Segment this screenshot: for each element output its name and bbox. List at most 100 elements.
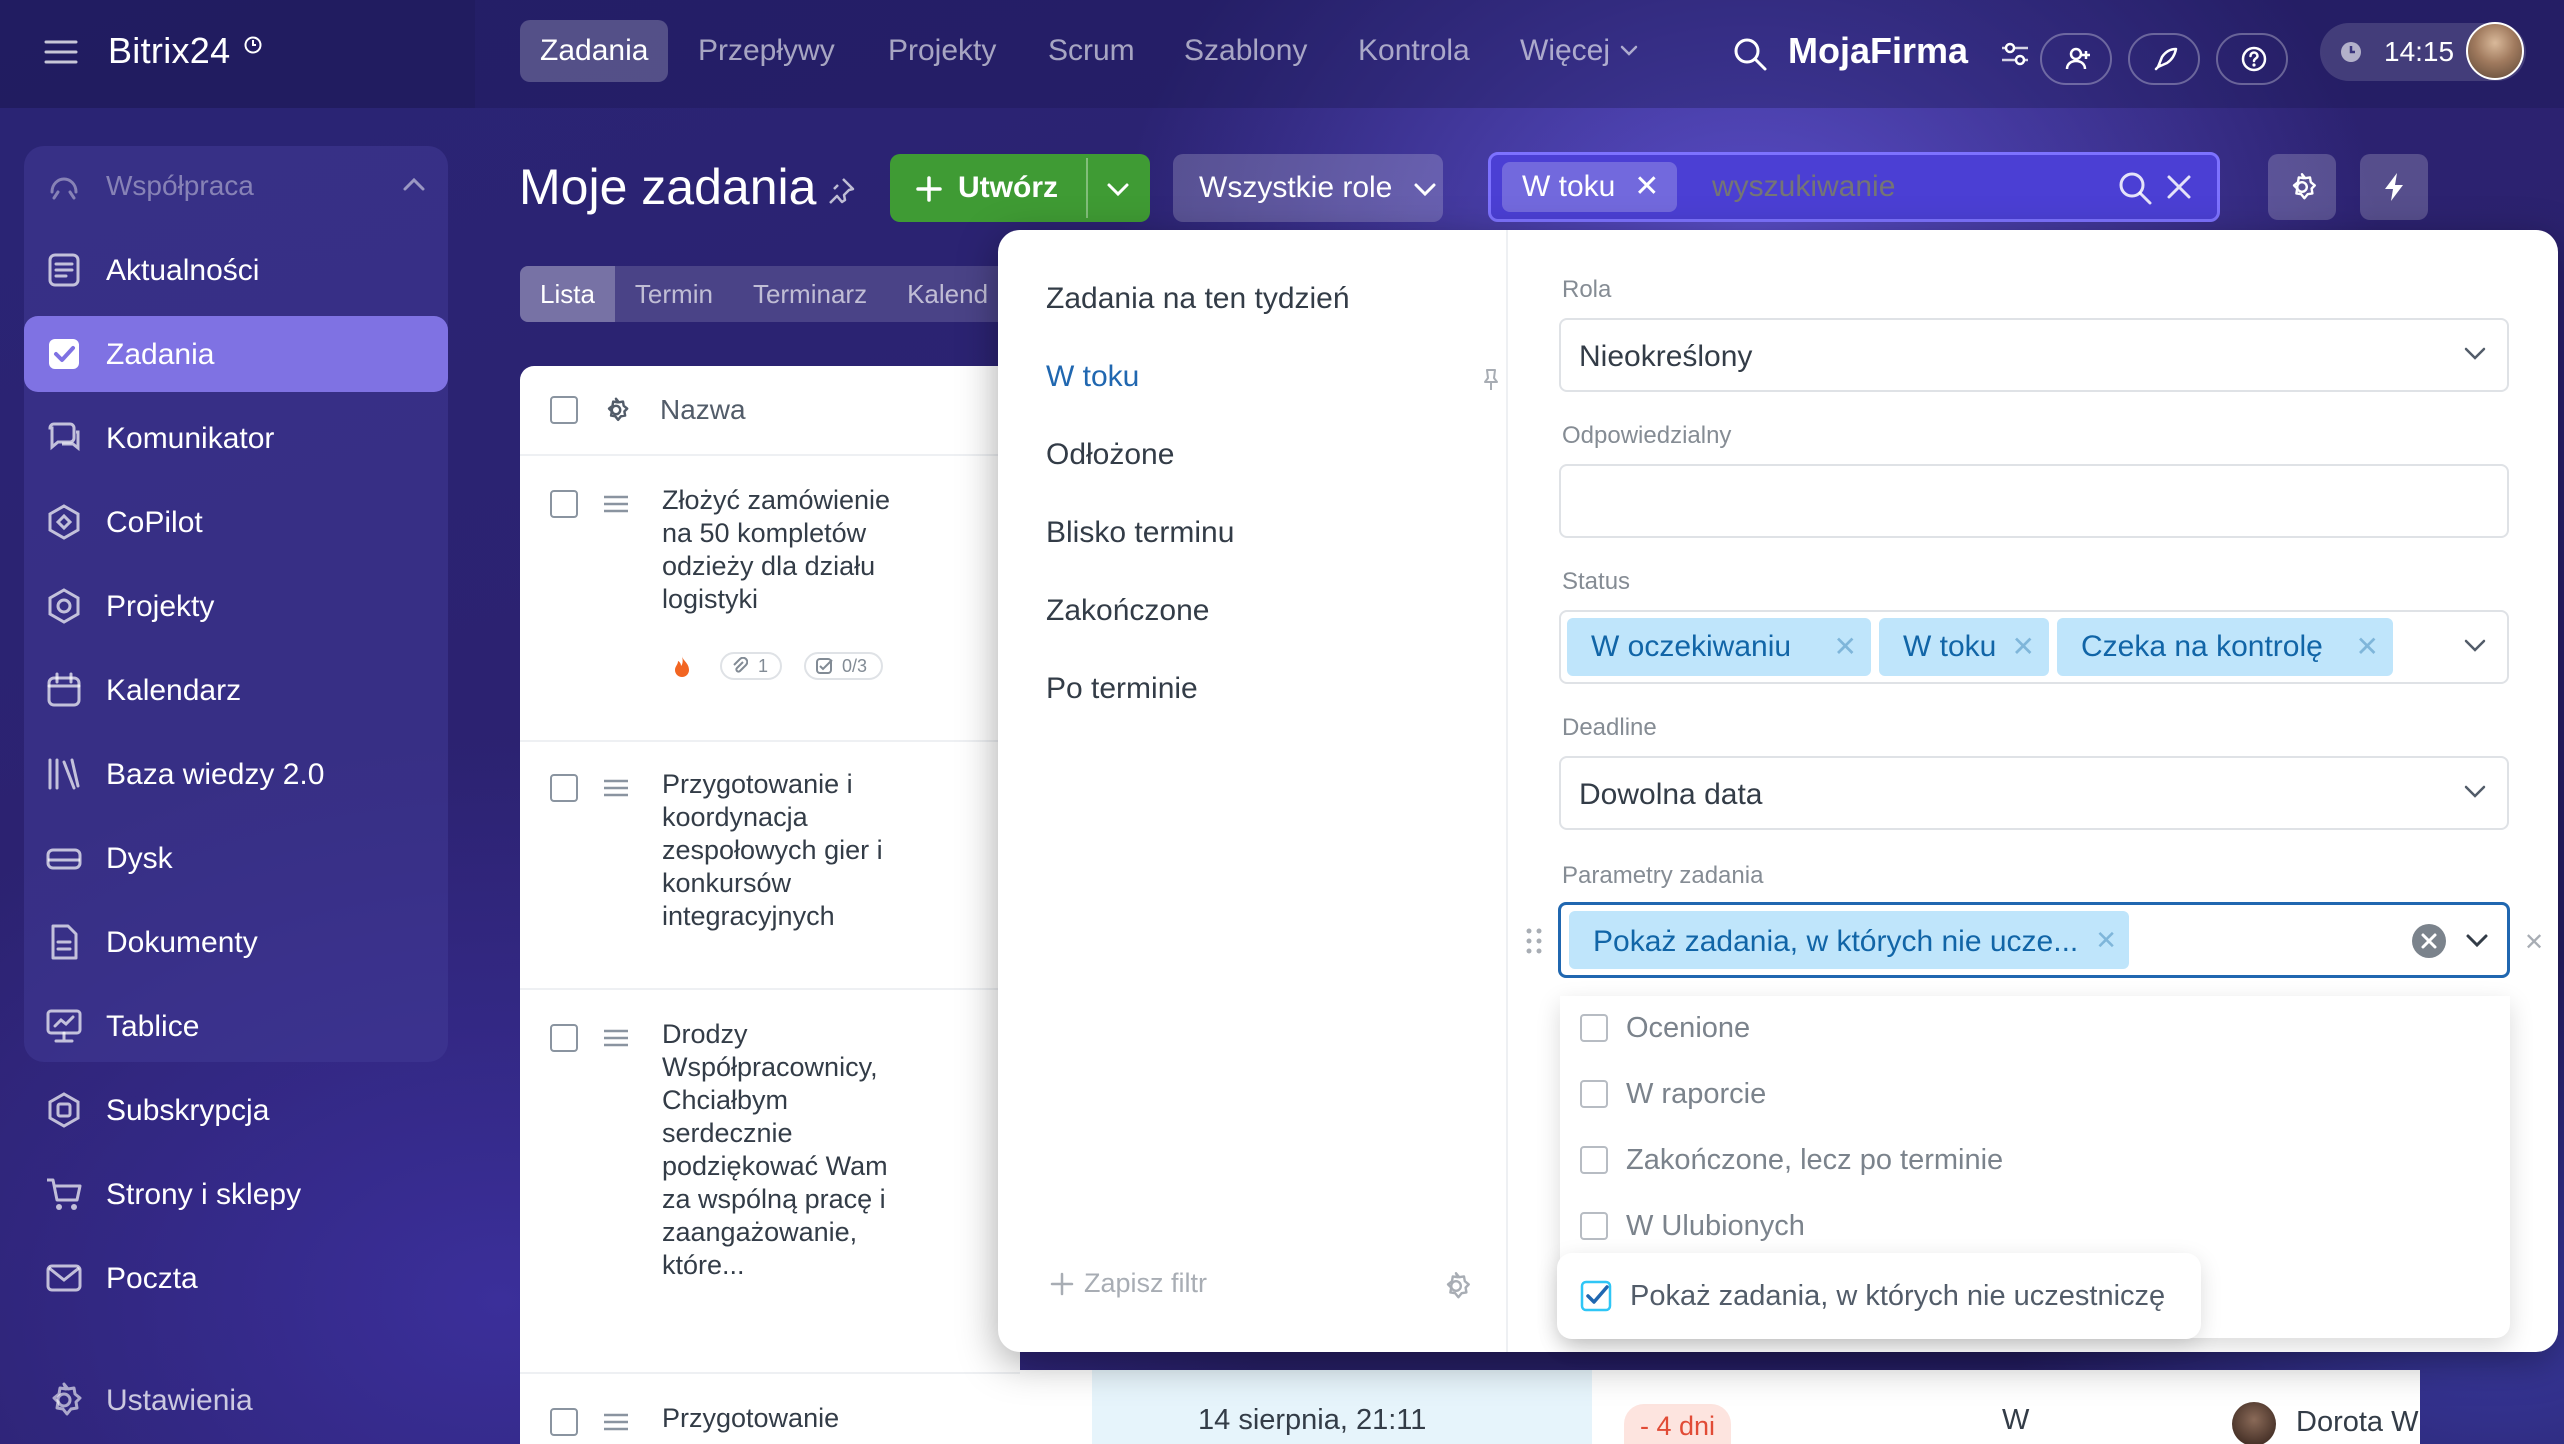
user-avatar[interactable] — [2466, 22, 2524, 80]
checkbox-checked-icon[interactable] — [1580, 1280, 1612, 1312]
preset-zakonczone[interactable]: Zakończone — [1046, 594, 1209, 628]
drag-handle-icon[interactable] — [602, 778, 630, 798]
option-checkbox[interactable] — [1580, 1212, 1608, 1240]
preset-w-toku[interactable]: W toku — [1046, 360, 1139, 394]
help-button[interactable] — [2216, 33, 2288, 85]
tab-kalendarz[interactable]: Kalend — [887, 266, 1008, 322]
close-icon[interactable]: ✕ — [1834, 618, 1857, 676]
deadline-select[interactable]: Dowolna data — [1559, 756, 2509, 830]
status-tag[interactable]: Czeka na kontrolę ✕ — [2057, 618, 2393, 676]
responsible-avatar[interactable] — [2232, 1402, 2276, 1444]
option-checkbox[interactable] — [1580, 1146, 1608, 1174]
preset-blisko-terminu[interactable]: Blisko terminu — [1046, 516, 1234, 550]
topnav-zadania[interactable]: Zadania — [520, 20, 669, 82]
sidebar-item-zadania[interactable]: Zadania — [24, 316, 448, 392]
pin-icon[interactable] — [1482, 368, 1500, 392]
save-filter-button[interactable]: Zapisz filtr — [1050, 1268, 1207, 1299]
sliders-icon[interactable] — [2000, 40, 2030, 68]
sidebar-item-ustawienia[interactable]: Ustawienia — [24, 1362, 448, 1438]
tab-lista[interactable]: Lista — [520, 266, 615, 322]
select-all-checkbox[interactable] — [550, 396, 578, 424]
role-select[interactable]: Nieokreślony — [1559, 318, 2509, 392]
status-select[interactable]: W oczekiwaniu ✕ W toku ✕ Czeka na kontrolę… — [1559, 610, 2509, 684]
topnav-scrum[interactable]: Scrum — [1028, 20, 1155, 82]
remove-field-icon[interactable]: ✕ — [2524, 928, 2544, 957]
sidebar-item-dysk[interactable]: Dysk — [24, 820, 448, 896]
sidebar-item-kalendarz[interactable]: Kalendarz — [24, 652, 448, 728]
topnav-przeplywy[interactable]: Przepływy — [678, 20, 855, 82]
responsible-name[interactable]: Dorota Wi — [2296, 1406, 2420, 1439]
task-deadline[interactable]: 14 sierpnia, 21:11 — [1198, 1404, 1426, 1437]
option-w-ulubionych[interactable]: W Ulubionych — [1580, 1206, 1805, 1246]
status-tag[interactable]: W oczekiwaniu ✕ — [1567, 618, 1871, 676]
search-icon[interactable] — [2118, 171, 2152, 205]
close-icon[interactable]: ✕ — [2095, 925, 2117, 956]
company-name[interactable]: MojaFirma — [1788, 30, 1968, 72]
sidebar-item-aktualnosci[interactable]: Aktualności — [24, 232, 448, 308]
params-tag[interactable]: Pokaż zadania, w których nie ucze... ✕ — [1569, 911, 2129, 969]
option-checkbox[interactable] — [1580, 1080, 1608, 1108]
option-ocenione[interactable]: Ocenione — [1580, 1008, 1750, 1048]
sidebar-item-tablice[interactable]: Tablice — [24, 988, 448, 1064]
active-filter-chip[interactable]: W toku ✕ — [1502, 162, 1678, 212]
sidebar-item-komunikator[interactable]: Komunikator — [24, 400, 448, 476]
search-icon[interactable] — [1732, 36, 1768, 72]
topnav-wiecej[interactable]: Więcej — [1500, 20, 1658, 82]
gear-icon[interactable] — [602, 396, 630, 424]
params-select[interactable]: Pokaż zadania, w których nie ucze... ✕ — [1558, 902, 2510, 978]
sidebar-item-subskrypcja[interactable]: Subskrypcja — [24, 1072, 448, 1148]
sidebar-item-copilot[interactable]: CoPilot — [24, 484, 448, 560]
option-nie-uczestnicze[interactable]: Pokaż zadania, w których nie uczestniczę — [1580, 1276, 2165, 1316]
preset-this-week[interactable]: Zadania na ten tydzień — [1046, 282, 1350, 316]
create-button[interactable]: Utwórz — [890, 154, 1150, 222]
sidebar-item-dokumenty[interactable]: Dokumenty — [24, 904, 448, 980]
sidebar-item-projekty[interactable]: Projekty — [24, 568, 448, 644]
responsible-input[interactable] — [1559, 464, 2509, 538]
status-tag[interactable]: W toku ✕ — [1879, 618, 2049, 676]
topnav-projekty[interactable]: Projekty — [868, 20, 1016, 82]
option-checkbox[interactable] — [1580, 1014, 1608, 1042]
sidebar-item-strony-sklepy[interactable]: Strony i sklepy — [24, 1156, 448, 1232]
task-checkbox[interactable] — [550, 774, 578, 802]
chevron-down-icon[interactable] — [1106, 182, 1130, 198]
task-title[interactable]: Przygotowanie — [662, 1402, 902, 1435]
settings-button[interactable] — [2268, 154, 2336, 220]
task-checkbox[interactable] — [550, 490, 578, 518]
task-checkbox[interactable] — [550, 1024, 578, 1052]
close-icon[interactable]: ✕ — [1634, 162, 1659, 212]
task-title[interactable]: Złożyć zamówienie na 50 kompletów odzież… — [662, 484, 902, 616]
preset-po-terminie[interactable]: Po terminie — [1046, 672, 1198, 706]
preset-odlozone[interactable]: Odłożone — [1046, 438, 1174, 472]
task-title[interactable]: Przygotowanie i koordynacja zespołowych … — [662, 768, 902, 933]
gear-icon[interactable] — [1440, 1270, 1472, 1302]
drag-handle-icon[interactable] — [1524, 926, 1544, 956]
clear-search-icon[interactable] — [2166, 174, 2192, 200]
drag-handle-icon[interactable] — [602, 1412, 630, 1432]
tab-termin[interactable]: Termin — [615, 266, 733, 322]
brand-logo[interactable]: Bitrix24 — [108, 30, 230, 72]
sidebar-section-wspolpraca[interactable]: Współpraca — [24, 148, 448, 224]
pin-icon[interactable] — [826, 176, 856, 206]
rocket-button[interactable] — [2128, 33, 2200, 85]
menu-icon[interactable] — [44, 38, 78, 66]
option-zakonczone-po-terminie[interactable]: Zakończone, lecz po terminie — [1580, 1140, 2003, 1180]
chevron-down-icon[interactable] — [2465, 933, 2489, 949]
automation-button[interactable] — [2360, 154, 2428, 220]
option-w-raporcie[interactable]: W raporcie — [1580, 1074, 1766, 1114]
roles-dropdown[interactable]: Wszystkie role — [1173, 154, 1443, 222]
task-title[interactable]: Drodzy Współpracownicy, Chciałbym serdec… — [662, 1018, 902, 1282]
column-name-header[interactable]: Nazwa — [660, 394, 746, 426]
sidebar-item-baza-wiedzy[interactable]: Baza wiedzy 2.0 — [24, 736, 448, 812]
task-checkbox[interactable] — [550, 1408, 578, 1436]
close-icon[interactable]: ✕ — [2356, 618, 2379, 676]
clear-circle-icon[interactable] — [2411, 923, 2447, 959]
sidebar-item-poczta[interactable]: Poczta — [24, 1240, 448, 1316]
drag-handle-icon[interactable] — [602, 1028, 630, 1048]
close-icon[interactable]: ✕ — [2012, 618, 2035, 676]
invite-user-button[interactable] — [2040, 33, 2112, 85]
tab-terminarz[interactable]: Terminarz — [733, 266, 887, 322]
topnav-szablony[interactable]: Szablony — [1164, 20, 1327, 82]
search-input[interactable] — [1712, 162, 2092, 212]
topnav-kontrola[interactable]: Kontrola — [1338, 20, 1490, 82]
drag-handle-icon[interactable] — [602, 494, 630, 514]
